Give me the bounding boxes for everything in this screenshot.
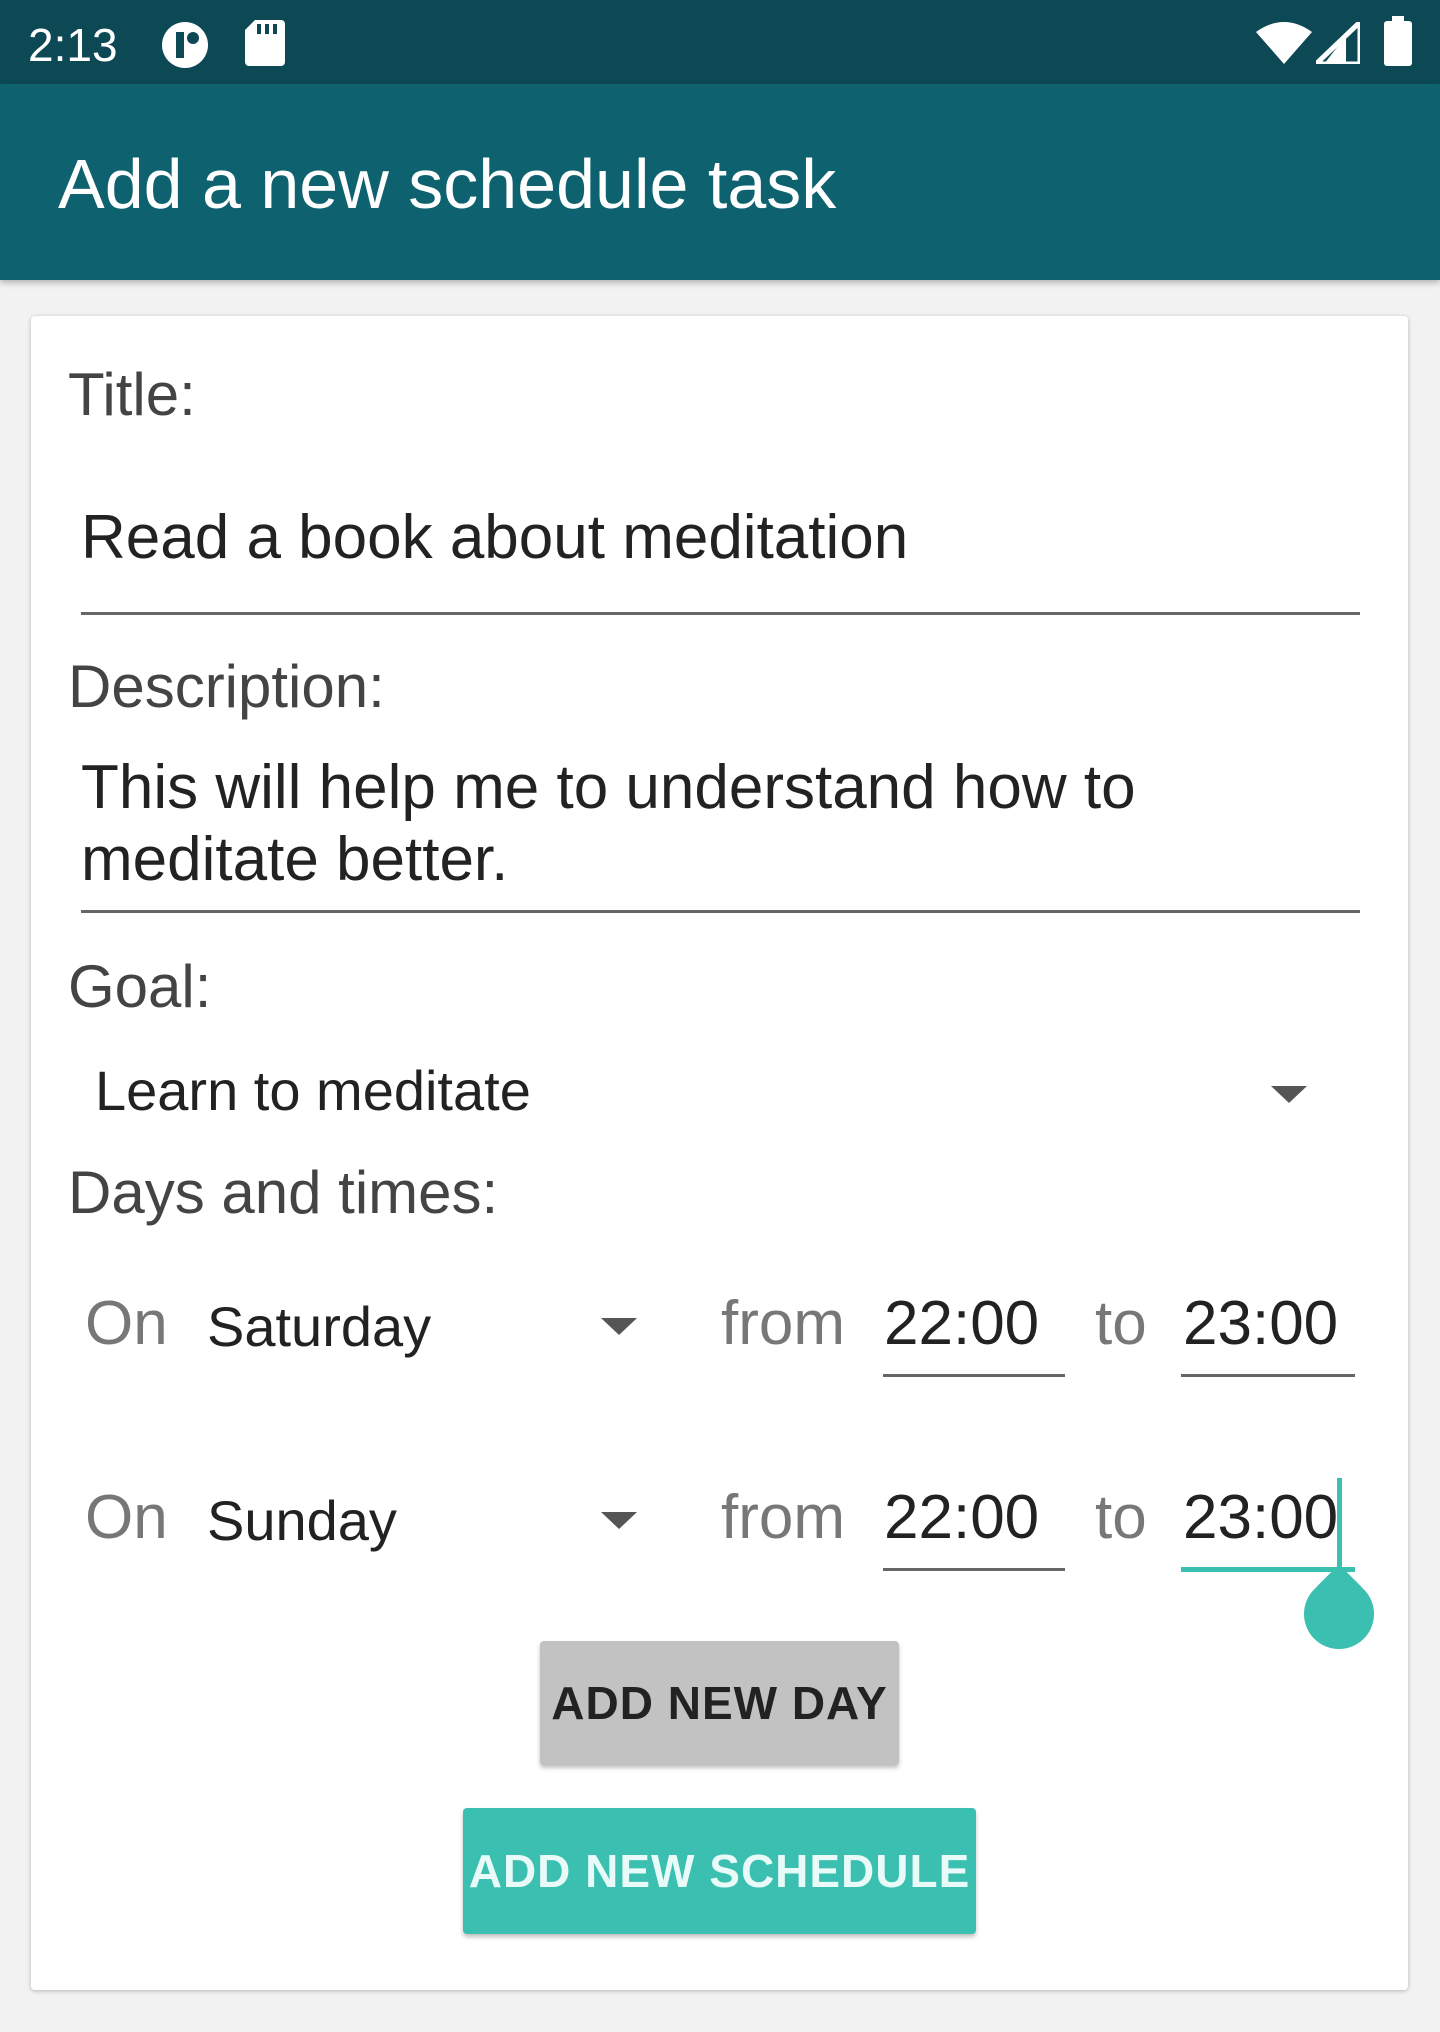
day-spinner-value: Sunday: [207, 1489, 397, 1552]
row-on-label: On: [85, 1483, 168, 1552]
goal-spinner-value: Learn to meditate: [95, 1059, 531, 1122]
goal-dropdown-arrow-icon: [1271, 1086, 1307, 1103]
day-dropdown-arrow-icon: [601, 1318, 637, 1335]
days-times-label: Days and times:: [68, 1159, 499, 1226]
cellular-signal-icon: [1309, 16, 1363, 69]
battery-icon: [1384, 16, 1412, 71]
wifi-icon: [1256, 22, 1312, 69]
schedule-row: On Sunday from 22:00 to 23:00: [31, 1478, 1408, 1649]
status-bar: 2:13: [0, 0, 1440, 84]
description-input[interactable]: This will help me to understand how to m…: [81, 752, 1261, 896]
start-time-underline: [883, 1568, 1065, 1571]
end-time-input[interactable]: 23:00: [1183, 1288, 1338, 1359]
row-to-label: to: [1095, 1289, 1147, 1358]
row-from-label: from: [721, 1483, 845, 1552]
add-new-day-button[interactable]: ADD NEW DAY: [540, 1641, 899, 1765]
text-selection-handle[interactable]: [1304, 1579, 1374, 1649]
schedule-row: On Saturday from 22:00 to 23:00: [31, 1288, 1408, 1408]
row-to-label: to: [1095, 1483, 1147, 1552]
app-bar: Add a new schedule task: [0, 84, 1440, 280]
add-new-schedule-button[interactable]: ADD NEW SCHEDULE: [463, 1808, 976, 1934]
day-dropdown-arrow-icon: [601, 1512, 637, 1529]
sd-card-icon: [245, 20, 285, 71]
day-spinner[interactable]: Saturday: [201, 1288, 681, 1378]
end-time-input[interactable]: 23:00: [1183, 1482, 1338, 1553]
description-input-underline: [81, 910, 1360, 913]
title-label: Title:: [68, 361, 196, 428]
app-notification-icon: [160, 20, 212, 75]
description-label: Description:: [68, 653, 385, 720]
start-time-input[interactable]: 22:00: [884, 1288, 1039, 1359]
start-time-underline: [883, 1374, 1065, 1377]
text-cursor: [1337, 1478, 1342, 1574]
row-on-label: On: [85, 1289, 168, 1358]
start-time-input[interactable]: 22:00: [884, 1482, 1039, 1553]
day-spinner-value: Saturday: [207, 1295, 432, 1358]
title-input[interactable]: Read a book about meditation: [81, 502, 908, 574]
form-card: Title: Read a book about meditation Desc…: [31, 316, 1408, 1990]
page-title: Add a new schedule task: [58, 145, 837, 223]
row-from-label: from: [721, 1289, 845, 1358]
goal-label: Goal:: [68, 953, 212, 1020]
title-input-underline: [81, 612, 1360, 615]
end-time-underline-focused: [1181, 1567, 1355, 1572]
status-time: 2:13: [28, 19, 118, 71]
day-spinner[interactable]: Sunday: [201, 1482, 681, 1572]
end-time-underline: [1181, 1374, 1355, 1377]
goal-spinner[interactable]: Learn to meditate: [81, 1046, 1341, 1136]
